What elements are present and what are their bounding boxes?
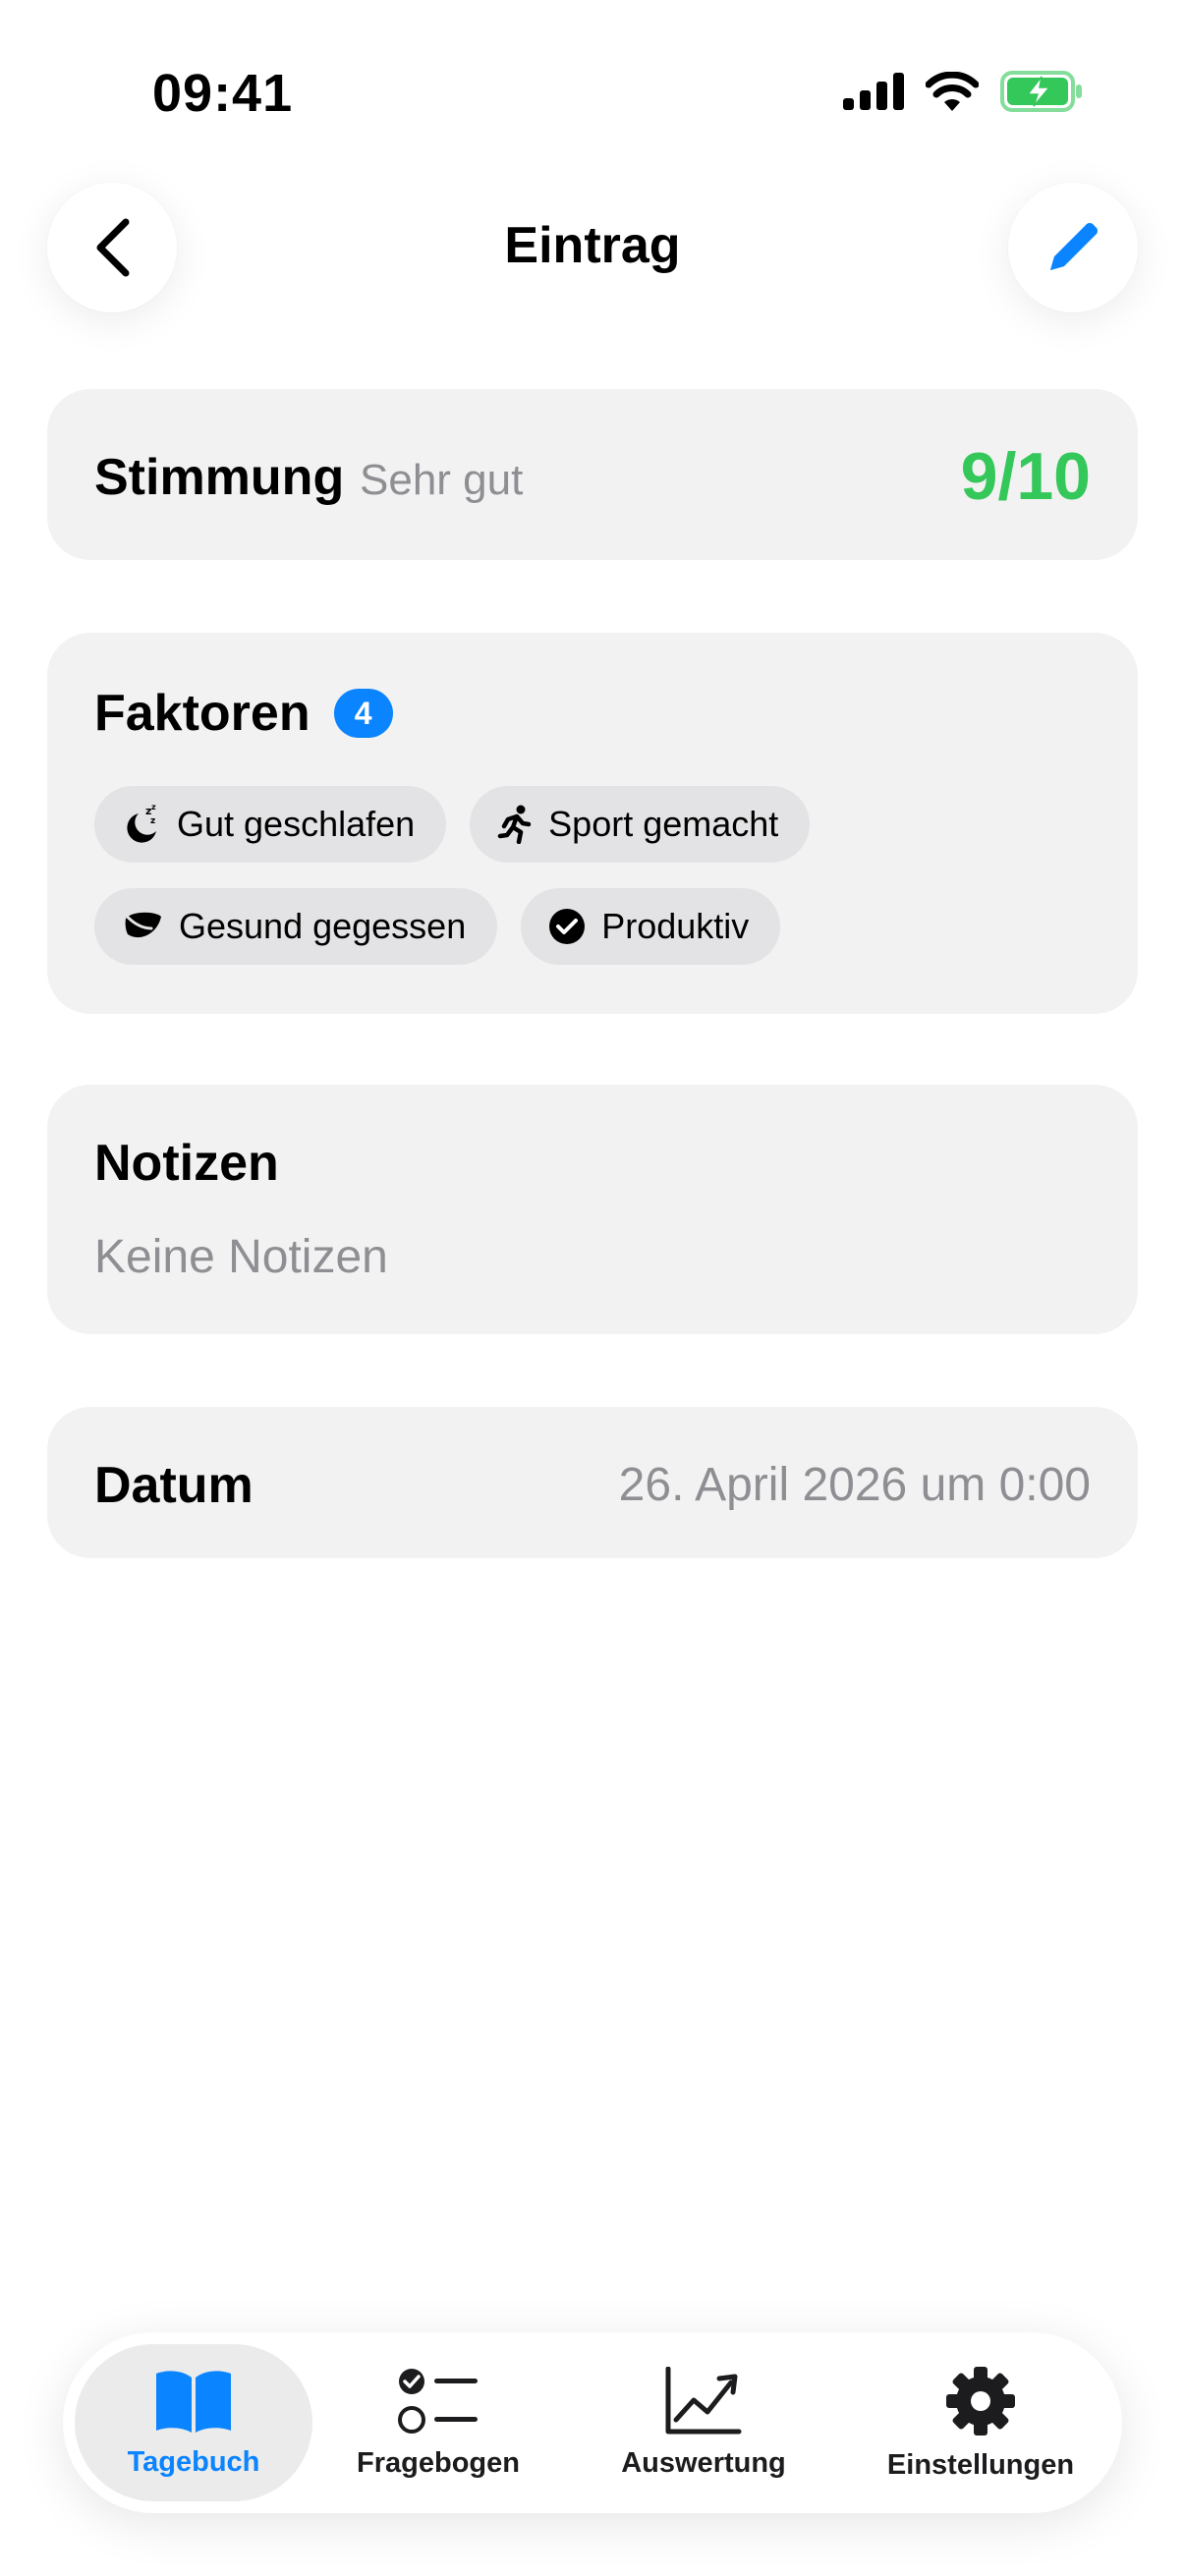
factor-label: Produktiv — [601, 906, 750, 946]
pencil-icon — [1050, 223, 1098, 270]
tab-label: Auswertung — [621, 2446, 786, 2479]
tab-auswertung[interactable]: Auswertung — [566, 2344, 841, 2501]
factors-count-badge: 4 — [333, 689, 393, 738]
factors-label: Faktoren — [94, 685, 310, 742]
book-icon — [156, 2370, 231, 2433]
tab-bar: Tagebuch Fragebogen Auswertung Einstellu… — [63, 2332, 1122, 2513]
tab-label: Fragebogen — [357, 2446, 520, 2479]
mood-label: Stimmung — [94, 449, 345, 506]
tab-tagebuch[interactable]: Tagebuch — [75, 2344, 312, 2501]
factor-label: Gut geschlafen — [177, 804, 416, 844]
status-icons — [843, 71, 1083, 112]
factor-label: Gesund gegessen — [179, 906, 467, 946]
checkmark-circle-icon — [549, 909, 586, 944]
leaf-icon — [122, 911, 161, 938]
factor-chip-sport: Sport gemacht — [470, 786, 811, 863]
wifi-icon — [926, 72, 979, 111]
status-time: 09:41 — [152, 64, 294, 123]
entry-screen: 09:41 Eintrag Stimmung Sehr gut 9/10 Fak… — [0, 0, 1185, 2576]
edit-button[interactable] — [1008, 183, 1138, 312]
mood-score: 9/10 — [960, 439, 1091, 514]
moon-zzz-icon: z z z — [127, 805, 156, 843]
date-value: 26. April 2026 um 0:00 — [618, 1459, 1091, 1511]
factor-label: Sport gemacht — [548, 804, 779, 844]
svg-text:z: z — [150, 816, 155, 826]
checklist-icon — [398, 2368, 478, 2434]
notes-text: Keine Notizen — [94, 1231, 388, 1283]
gear-icon — [946, 2366, 1015, 2436]
factor-chips: z z z Gut geschlafen Sport gemacht Gesun… — [94, 786, 1097, 965]
chart-icon — [665, 2366, 742, 2434]
tab-fragebogen[interactable]: Fragebogen — [320, 2344, 556, 2501]
battery-charging-icon — [1000, 71, 1082, 112]
factors-card: Faktoren 4 z z z Gut geschlafen Sport ge… — [47, 633, 1138, 1014]
factors-header: Faktoren 4 — [94, 684, 393, 743]
cellular-signal-icon — [843, 73, 904, 110]
notes-label: Notizen — [94, 1135, 279, 1192]
svg-text:z: z — [151, 805, 156, 812]
mood-description: Sehr gut — [360, 456, 524, 504]
tab-einstellungen[interactable]: Einstellungen — [845, 2344, 1116, 2501]
factor-chip-food: Gesund gegessen — [94, 888, 498, 965]
factor-chip-sleep: z z z Gut geschlafen — [94, 786, 447, 863]
tab-label: Tagebuch — [127, 2445, 260, 2478]
factor-chip-productive: Produktiv — [521, 888, 781, 965]
notes-card: Notizen Keine Notizen — [47, 1085, 1138, 1334]
tab-label: Einstellungen — [886, 2448, 1075, 2481]
mood-card: Stimmung Sehr gut 9/10 — [47, 389, 1138, 560]
date-label: Datum — [94, 1457, 254, 1514]
date-card: Datum 26. April 2026 um 0:00 — [47, 1407, 1138, 1558]
running-icon — [497, 805, 532, 844]
